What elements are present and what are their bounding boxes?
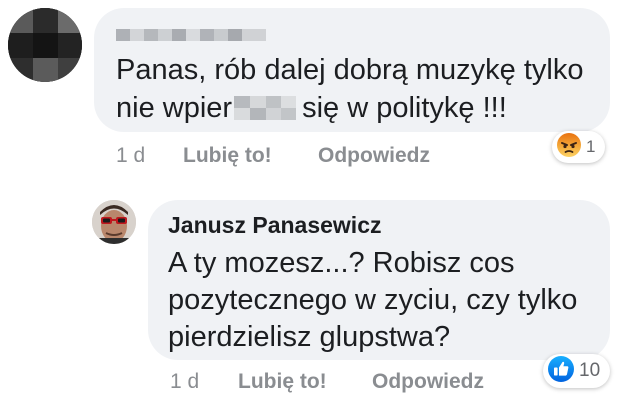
pixelated-avatar-image	[8, 8, 82, 82]
reaction-count: 10	[579, 360, 601, 381]
reply-timestamp[interactable]: 1 d	[170, 369, 199, 395]
comment-text-fragment: się w politykę !!!	[302, 92, 507, 124]
comment-text-fragment: nie wpier	[116, 92, 233, 124]
reply-like-button[interactable]: Lubię to!	[238, 369, 327, 395]
angry-face-icon	[556, 132, 582, 163]
comment-text-line: nie wpier się w politykę !!!	[116, 91, 507, 125]
reply-text-line: pierdzielisz glupstwa?	[168, 321, 451, 353]
comment-timestamp[interactable]: 1 d	[116, 143, 145, 169]
comment-like-button[interactable]: Lubię to!	[183, 143, 272, 169]
author-photo	[92, 200, 136, 244]
comment-text-line: Panas, rób dalej dobrą muzykę tylko	[116, 54, 584, 86]
reply-text-line: A ty mozesz...? Robisz cos	[168, 247, 515, 279]
thumbs-up-icon	[547, 355, 575, 388]
reaction-count: 1	[586, 137, 596, 156]
reply-author-avatar[interactable]	[92, 200, 136, 244]
reply-reply-button[interactable]: Odpowiedz	[372, 369, 484, 395]
reply-text-line: pozytecznego w zyciu, czy tylko	[168, 284, 578, 316]
reply-reactions-badge[interactable]: 10	[543, 354, 611, 388]
censored-word-pixelation	[234, 94, 297, 120]
commenter-name-blurred[interactable]	[116, 24, 266, 46]
reply-author-name[interactable]: Janusz Panasewicz	[168, 211, 382, 239]
comment-reply-button[interactable]: Odpowiedz	[318, 143, 430, 169]
commenter-avatar[interactable]	[8, 8, 82, 82]
comment-reactions-badge[interactable]: 1	[552, 131, 606, 163]
